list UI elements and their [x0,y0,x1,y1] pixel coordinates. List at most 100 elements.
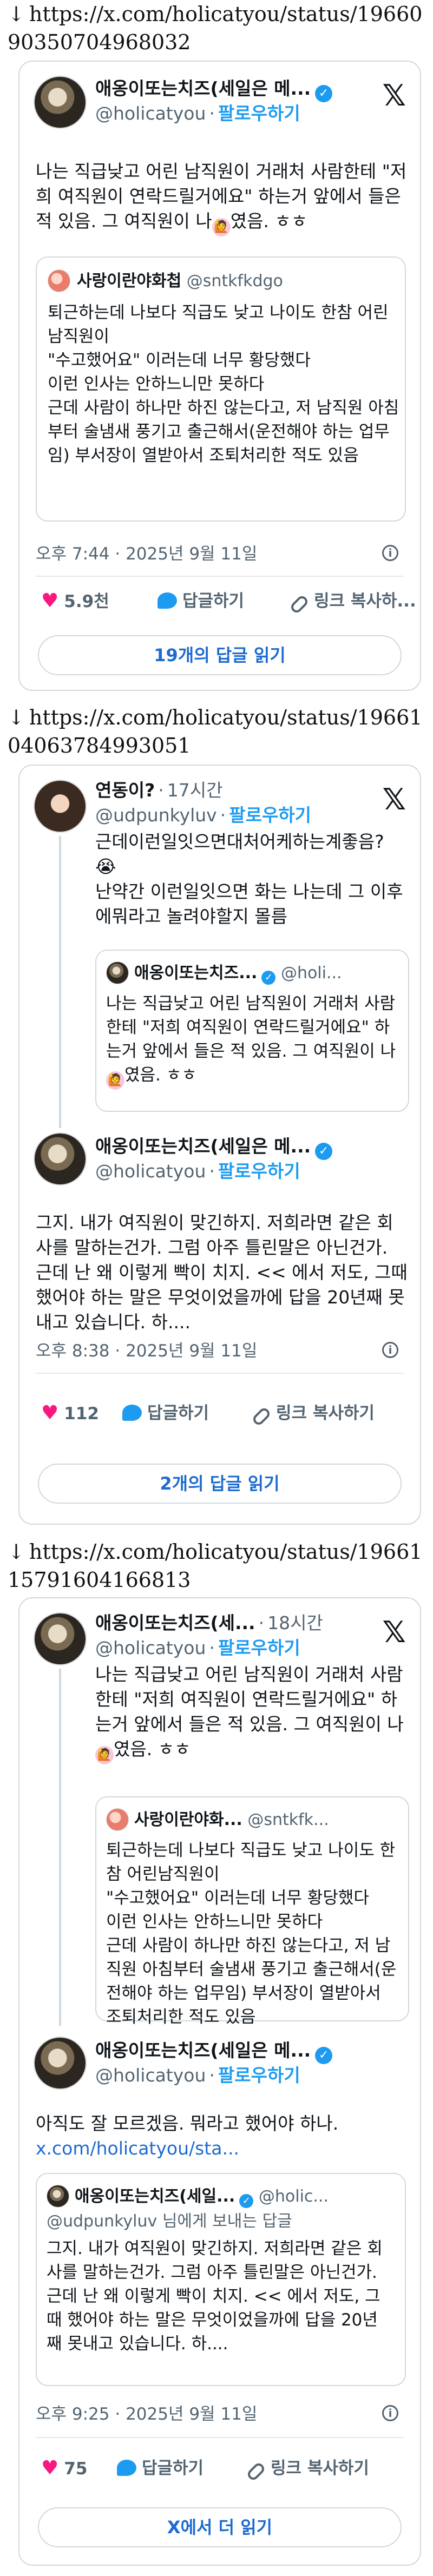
parent-author-handle[interactable]: @holicatyou [95,1637,206,1658]
like-button[interactable]: ♥ 75 [41,2456,87,2481]
author-name[interactable]: 애옹이또는치즈(세일은 메... [95,2040,311,2061]
like-button[interactable]: ♥ 5.9천 [41,589,109,614]
avatar[interactable] [34,2037,87,2090]
follow-button[interactable]: 팔로우하기 [218,2065,300,2086]
verified-icon: ✓ [239,2194,254,2208]
link-icon [288,594,310,615]
quote-reply-to: @udpunkyluv 님에게 보내는 답글 [47,2212,292,2231]
tweet-text: 나는 직급낮고 어린 남직원이 거래처 사람한테 "저희 여직원이 연락드릴거에… [36,159,409,236]
quote-author-name: 애옹이또는치즈... [134,964,258,983]
info-icon[interactable]: i [382,1342,398,1358]
tweet-timestamp[interactable]: 오후 7:44 · 2025년 9월 11일 [36,543,257,565]
follow-button[interactable]: 팔로우하기 [218,1637,300,1658]
quoted-tweet[interactable]: 애옹이또는치즈(세일... ✓ @holic... @udpunkyluv 님에게… [36,2173,406,2386]
tweet-text: 아직도 잘 모르겠음. 뭐라고 했어야 하나. [36,2113,339,2134]
quote-avatar [106,1808,129,1831]
quote-author-handle: @holi... [280,964,342,983]
read-replies-button[interactable]: 2개의 답글 읽기 [38,1464,402,1504]
like-count: 75 [64,2459,88,2479]
x-logo-icon[interactable]: 𝕏 [382,81,406,110]
tweet-url-2[interactable]: ↓ https://x.com/holicatyou/status/1966104… [8,703,425,760]
reply-button[interactable]: 답글하기 [158,589,244,613]
parent-author-name[interactable]: 애옹이또는치즈(세... [95,1612,255,1633]
tweet-card-2: 연동이? · 17시간 @udpunkyluv · 팔로우하기 𝕏 근데이런일잇으면대처… [18,765,421,1525]
url-text[interactable]: https://x.com/holicatyou/status/19661040… [8,706,422,757]
action-bar: ♥ 75 답글하기 링크 복사하기 [41,2456,409,2482]
url-text[interactable]: https://x.com/holicatyou/status/19661157… [8,1540,422,1592]
reply-button[interactable]: 답글하기 [117,2456,204,2480]
parent-quoted-tweet[interactable]: 사랑이란야화... @sntkfk... 퇴근하는데 나보다 직급도 낮고 나이… [95,1796,409,2027]
copy-link-button[interactable]: 링크 복사하기 [251,1401,375,1427]
follow-button[interactable]: 팔로우하기 [218,1161,300,1182]
tweet-timestamp[interactable]: 오후 9:25 · 2025년 9월 11일 [36,2403,257,2425]
like-count: 5.9천 [64,592,109,611]
quote-author-handle: @sntkfk... [247,1810,329,1829]
x-logo-icon[interactable]: 𝕏 [382,1618,406,1647]
action-bar: ♥ 112 답글하기 링크 복사하기 [41,1401,409,1427]
read-replies-button[interactable]: 19개의 답글 읽기 [38,635,402,675]
copy-link-button[interactable]: 링크 복사하기 [245,2456,369,2482]
quote-author-handle: @sntkfkdgo [186,272,283,291]
quote-text: 퇴근하는데 나보다 직급도 낮고 나이도 한참 어린남직원이 "수고했어요" 이… [106,1841,397,2027]
heart-icon: ♥ [41,590,59,612]
face-emoji-icon: 🙋 [106,1071,124,1090]
quoted-tweet[interactable]: 사랑이란야화첩 @sntkfkdgo 퇴근하는데 나보다 직급도 낮고 나이도 … [36,256,406,522]
quote-text: 그지. 내가 여직원이 맞긴하지. 저희라면 같은 회사를 말하는건가. 그럼 … [47,2239,383,2354]
quote-author-handle: @holic... [258,2187,329,2206]
verified-icon: ✓ [315,85,333,102]
like-button[interactable]: ♥ 112 [41,1401,99,1426]
like-count: 112 [64,1404,99,1424]
author-handle[interactable]: @holicatyou [95,1161,206,1182]
author-handle[interactable]: @holicatyou [95,103,206,124]
divider [36,2437,404,2438]
tweet-url-1[interactable]: ↓ https://x.com/holicatyou/status/1966090… [8,0,425,56]
info-icon[interactable]: i [382,2405,398,2421]
parent-avatar[interactable] [34,1612,87,1665]
tweet-card-1: 애옹이또는치즈(세일은 메... ✓ @holicatyou · 팔로우하기 𝕏 나는… [18,61,421,691]
follow-button[interactable]: 팔로우하기 [229,805,311,826]
copy-link-button[interactable]: 링크 복사하... [288,589,416,615]
parent-time: 17시간 [167,780,223,801]
reply-bubble-icon [122,1405,142,1421]
author-handle[interactable]: @holicatyou [95,2065,206,2086]
face-emoji-icon: 🙋 [212,218,231,236]
x-logo-icon[interactable]: 𝕏 [382,785,406,814]
avatar[interactable] [34,76,87,129]
action-bar: ♥ 5.9천 답글하기 링크 복사하... [41,589,416,615]
heart-icon: ♥ [41,1402,59,1424]
quote-avatar [47,2185,69,2208]
tweet-url-3[interactable]: ↓ https://x.com/holicatyou/status/1966115… [8,1538,425,1594]
parent-time: 18시간 [267,1612,323,1633]
link-icon [245,2461,267,2482]
verified-icon: ✓ [315,1143,333,1160]
parent-author-name[interactable]: 연동이? [95,780,155,801]
avatar[interactable] [34,1132,87,1185]
quote-author-name: 사랑이란야화... [134,1810,242,1829]
heart-icon: ♥ [41,2457,59,2479]
quote-avatar [106,961,129,984]
follow-button[interactable]: 팔로우하기 [218,103,300,124]
parent-author-handle[interactable]: @udpunkyluv [95,805,217,826]
tweet-link[interactable]: x.com/holicatyou/sta... [36,2136,409,2161]
reply-bubble-icon [117,2460,136,2476]
parent-tweet-text: 근데이런일잇으면대처어케하는계좋음? 😭 난약간 이런일잇으면 화는 나는데 그… [95,831,403,927]
divider [36,1373,404,1374]
reply-bubble-icon [158,592,177,609]
verified-icon: ✓ [315,2047,333,2064]
parent-quoted-tweet[interactable]: 애옹이또는치즈... ✓ @holi... 나는 직급낮고 어린 남직원이 거래처… [95,950,409,1112]
link-icon [251,1406,272,1427]
reply-button[interactable]: 답글하기 [122,1401,209,1425]
tweet-timestamp[interactable]: 오후 8:38 · 2025년 9월 11일 [36,1340,257,1362]
tweet-card-3: 애옹이또는치즈(세... · 18시간 @holicatyou · 팔로우하기 𝕏 나는… [18,1597,421,2566]
author-name[interactable]: 애옹이또는치즈(세일은 메... [95,78,311,99]
parent-avatar[interactable] [34,780,87,833]
author-name[interactable]: 애옹이또는치즈(세일은 메... [95,1136,311,1157]
tweet-text: 그지. 내가 여직원이 맞긴하지. 저희라면 같은 회사를 말하는건가. 그럼 … [36,1212,414,1333]
quote-author-name: 사랑이란야화첩 [77,272,182,291]
quote-author-name: 애옹이또는치즈(세일... [75,2187,235,2206]
down-arrow-icon: ↓ [8,2,25,26]
read-more-on-x-button[interactable]: X에서 더 읽기 [38,2507,402,2547]
info-icon[interactable]: i [382,545,398,561]
url-text[interactable]: https://x.com/holicatyou/status/19660903… [8,2,422,54]
divider [36,576,404,577]
